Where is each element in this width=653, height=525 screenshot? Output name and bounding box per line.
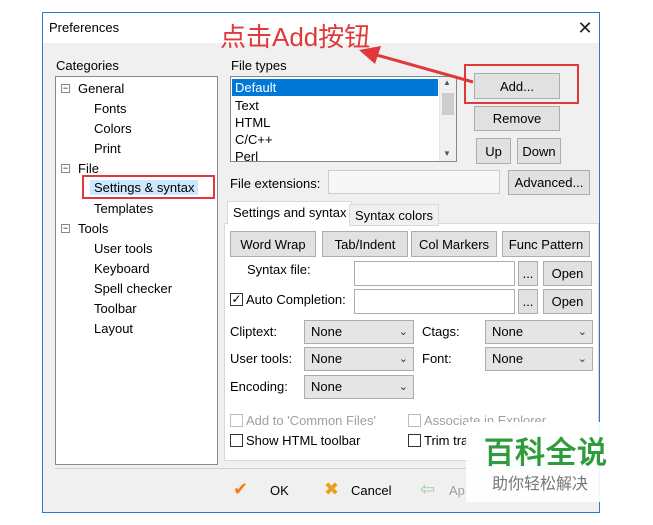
chevron-down-icon: ⌄ (577, 353, 587, 365)
list-item[interactable]: HTML (232, 114, 438, 131)
file-types-label: File types (231, 58, 287, 73)
col-markers-button[interactable]: Col Markers (411, 231, 497, 257)
syntax-file-field[interactable] (354, 261, 515, 286)
annotation-text: 点击Add按钮 (220, 22, 371, 52)
advanced-button[interactable]: Advanced... (508, 170, 590, 195)
auto-completion-field[interactable] (354, 289, 515, 314)
font-value: None (492, 351, 524, 366)
ctags-select[interactable]: None ⌄ (485, 320, 593, 344)
func-pattern-button[interactable]: Func Pattern (502, 231, 590, 257)
cliptext-label: Cliptext: (230, 324, 277, 339)
tab-settings-syntax[interactable]: Settings and syntax (227, 201, 353, 225)
tree-item-toolbar[interactable]: Toolbar (94, 301, 137, 316)
auto-completion-open-button[interactable]: Open (543, 289, 592, 314)
show-html-toolbar-checkbox[interactable] (230, 434, 243, 447)
categories-label: Categories (56, 58, 119, 73)
collapse-icon[interactable]: − (61, 164, 70, 173)
tree-item-colors[interactable]: Colors (94, 121, 132, 136)
tree-item-templates[interactable]: Templates (94, 201, 153, 216)
ctags-value: None (492, 324, 524, 339)
tree-item-general[interactable]: General (78, 81, 124, 96)
close-icon[interactable]: ✕ (573, 16, 597, 40)
auto-completion-browse-button[interactable]: ... (518, 289, 538, 314)
syntax-file-label: Syntax file: (247, 262, 311, 277)
tree-item-spell-checker[interactable]: Spell checker (94, 281, 172, 296)
collapse-icon[interactable]: − (61, 84, 70, 93)
add-common-files-checkbox[interactable] (230, 414, 243, 427)
user-tools-value: None (311, 351, 343, 366)
user-tools-select[interactable]: None ⌄ (304, 347, 414, 371)
chevron-down-icon: ⌄ (398, 326, 408, 338)
syntax-file-open-button[interactable]: Open (543, 261, 592, 286)
remove-button[interactable]: Remove (474, 106, 560, 131)
tree-item-user-tools[interactable]: User tools (94, 241, 153, 256)
font-select[interactable]: None ⌄ (485, 347, 593, 371)
watermark-title: 百科全说 (484, 437, 608, 470)
collapse-icon[interactable]: − (61, 224, 70, 233)
list-item[interactable]: C/C++ (232, 131, 438, 148)
ok-button[interactable]: OK (270, 483, 289, 498)
window-title: Preferences (49, 20, 120, 35)
chevron-down-icon: ⌄ (577, 326, 587, 338)
tab-syntax-colors[interactable]: Syntax colors (349, 204, 440, 226)
scroll-down-icon[interactable]: ▼ (443, 149, 451, 158)
tab-indent-button[interactable]: Tab/Indent (322, 231, 408, 257)
tree-item-tools[interactable]: Tools (78, 221, 108, 236)
encoding-select[interactable]: None ⌄ (304, 375, 414, 399)
auto-completion-checkbox[interactable]: ✓ (230, 293, 243, 306)
user-tools-label: User tools: (230, 351, 293, 366)
categories-tree: − General Fonts Colors Print − File Sett… (55, 76, 218, 465)
add-button[interactable]: Add... (474, 73, 560, 99)
font-label: Font: (422, 351, 452, 366)
cliptext-select[interactable]: None ⌄ (304, 320, 414, 344)
chevron-down-icon: ⌄ (398, 381, 408, 393)
tree-item-settings-syntax[interactable]: Settings & syntax (90, 180, 199, 195)
tree-item-keyboard[interactable]: Keyboard (94, 261, 150, 276)
word-wrap-button[interactable]: Word Wrap (230, 231, 316, 257)
ctags-label: Ctags: (422, 324, 460, 339)
watermark-subtitle: 助你轻松解决 (492, 476, 589, 493)
add-common-files-label: Add to 'Common Files' (246, 413, 376, 428)
file-extensions-label: File extensions: (230, 176, 321, 191)
annotation-arrow (359, 46, 474, 84)
trim-label: Trim tra (424, 433, 469, 448)
encoding-label: Encoding: (230, 379, 288, 394)
tree-item-layout[interactable]: Layout (94, 321, 133, 336)
apply-button[interactable]: Ap (449, 483, 465, 498)
syntax-file-browse-button[interactable]: ... (518, 261, 538, 286)
associate-explorer-checkbox[interactable] (408, 414, 421, 427)
cliptext-value: None (311, 324, 343, 339)
tree-item-fonts[interactable]: Fonts (94, 101, 127, 116)
cancel-button[interactable]: Cancel (351, 483, 391, 498)
tree-item-print[interactable]: Print (94, 141, 121, 156)
cancel-x-icon: ✖ (324, 479, 340, 499)
trim-checkbox[interactable] (408, 434, 421, 447)
encoding-value: None (311, 379, 343, 394)
apply-arrow-icon: ⇦ (420, 479, 436, 499)
show-html-toolbar-label: Show HTML toolbar (246, 433, 361, 448)
watermark: 百科全说 助你轻松解决 (466, 422, 628, 502)
file-extensions-field[interactable] (328, 170, 500, 194)
list-item[interactable]: Perl (232, 148, 438, 161)
chevron-down-icon: ⌄ (398, 353, 408, 365)
auto-completion-label: Auto Completion: (246, 292, 346, 307)
down-button[interactable]: Down (517, 138, 561, 164)
ok-check-icon: ✔ (233, 479, 249, 499)
tree-item-file[interactable]: File (78, 161, 99, 176)
up-button[interactable]: Up (476, 138, 511, 164)
